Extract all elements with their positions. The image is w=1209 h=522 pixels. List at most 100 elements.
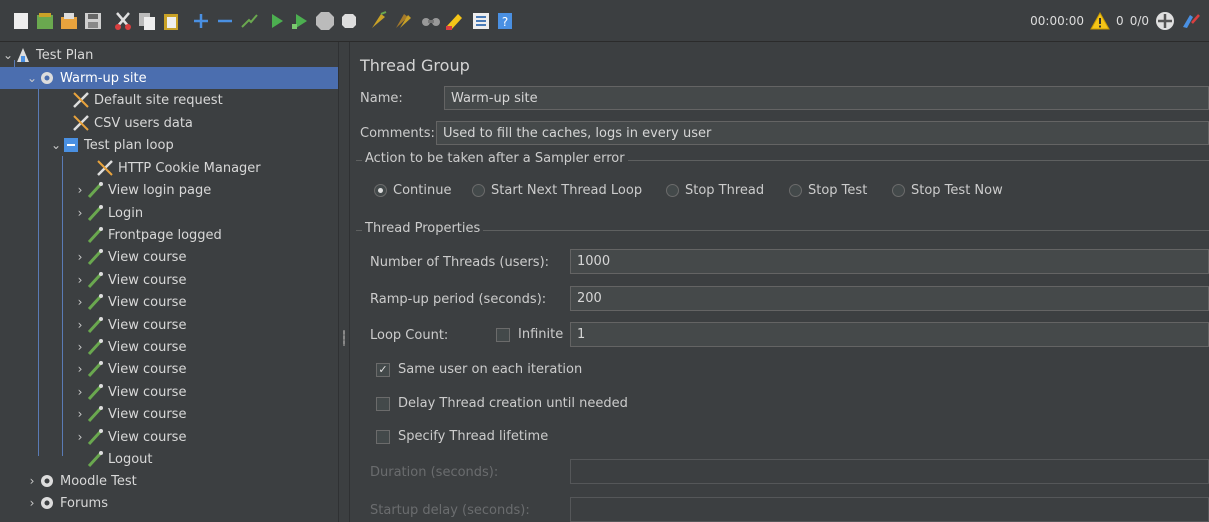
stop-icon[interactable] [314,10,336,32]
radio-button[interactable] [892,184,905,197]
tree-node-logout[interactable]: Logout [86,448,153,470]
new-icon[interactable] [10,10,32,32]
rampup-value: 200 [577,291,602,306]
tree-node-view-course[interactable]: › View course [74,291,186,313]
shutdown-icon[interactable] [338,10,360,32]
checkbox-box[interactable] [376,429,390,444]
chevron-right-icon[interactable]: › [26,496,38,510]
toggle-icon[interactable] [238,10,260,32]
status-area: 00:00:00 0 0/0 [1030,10,1201,32]
chevron-right-icon[interactable]: › [74,362,86,376]
radio-stop-test-now[interactable]: Stop Test Now [892,183,1003,198]
tree-node-label: View course [108,361,187,377]
tree-node-login[interactable]: › Login [74,202,143,224]
tree-node-forums[interactable]: › Forums [26,492,108,514]
help-icon[interactable]: ? [494,10,516,32]
tree-node-view-course[interactable]: › View course [74,246,186,268]
threads-label: Number of Threads (users): [370,255,550,270]
config-tools-icon [72,91,90,109]
thread-lifetime-checkbox[interactable]: Specify Thread lifetime [376,429,548,444]
radio-button[interactable] [472,184,485,197]
tree-node-view-course[interactable]: › View course [74,314,186,336]
tree-node-http-cookie-manager[interactable]: HTTP Cookie Manager [96,157,261,179]
split-pane-divider[interactable] [338,42,350,522]
templates-icon[interactable] [34,10,56,32]
search-icon[interactable] [420,10,442,32]
remote-engines-icon[interactable] [1155,11,1175,31]
chevron-right-icon[interactable]: › [74,430,86,444]
tree-node-view-course[interactable]: › View course [74,358,186,380]
open-icon[interactable] [58,10,80,32]
checkbox-box[interactable] [376,396,390,411]
sampler-pipette-icon [86,360,104,378]
infinite-checkbox[interactable]: Infinite [496,327,563,342]
sampler-pipette-icon [86,405,104,423]
chevron-right-icon[interactable]: › [26,474,38,488]
tree-node-label: Default site request [94,92,223,108]
tree-node-label: Logout [108,451,153,467]
tree-node-default-site-request[interactable]: Default site request [72,89,223,111]
check-icon[interactable]: ✓ [376,362,390,377]
checkbox-box[interactable] [496,327,510,342]
chevron-right-icon[interactable]: › [74,273,86,287]
collapse-icon[interactable] [214,10,236,32]
start-icon[interactable] [266,10,288,32]
threads-field[interactable]: 1000 [570,249,1209,274]
log-viewer-icon[interactable] [1181,11,1201,31]
tree-node-moodle-test[interactable]: › Moodle Test [26,470,137,492]
chevron-right-icon[interactable]: › [74,340,86,354]
tree-node-test-plan-loop[interactable]: ⌄ Test plan loop [48,134,174,156]
warning-icon[interactable] [1090,12,1110,30]
drag-handle-icon[interactable] [343,330,345,346]
chevron-right-icon[interactable]: › [74,318,86,332]
tree-node-csv-users-data[interactable]: CSV users data [72,112,193,134]
radio-stop-thread[interactable]: Stop Thread [666,183,764,198]
tree-node-warm-up-site[interactable]: ⌄ Warm-up site [0,67,338,89]
start-no-pause-icon[interactable] [290,10,312,32]
tree-node-test-plan[interactable]: ⌄ Test Plan [0,44,338,66]
same-user-checkbox[interactable]: ✓ Same user on each iteration [376,362,582,377]
chevron-down-icon[interactable]: ⌄ [26,71,38,85]
radio-continue[interactable]: Continue [374,183,451,198]
tree-node-view-course[interactable]: › View course [74,426,186,448]
loop-controller-icon [62,136,80,154]
loop-count-field[interactable]: 1 [570,322,1209,347]
radio-button[interactable] [666,184,679,197]
chevron-right-icon[interactable]: › [74,295,86,309]
tree-node-view-course[interactable]: › View course [74,381,186,403]
cut-icon[interactable] [112,10,134,32]
tree-node-label: View course [108,272,187,288]
tree-node-view-course[interactable]: › View course [74,336,186,358]
radio-stop-test[interactable]: Stop Test [789,183,867,198]
radio-button[interactable] [789,184,802,197]
loop-count-value: 1 [577,327,586,342]
clear-icon[interactable] [368,10,390,32]
clear-all-icon[interactable] [392,10,414,32]
comments-field[interactable]: Used to fill the caches, logs in every u… [436,121,1209,145]
tree-node-label: View login page [108,182,212,198]
radio-start-next-thread-loop[interactable]: Start Next Thread Loop [472,183,642,198]
chevron-right-icon[interactable]: › [74,183,86,197]
chevron-right-icon[interactable]: › [74,206,86,220]
rampup-field[interactable]: 200 [570,286,1209,311]
checkbox-label: Specify Thread lifetime [398,429,549,444]
name-field[interactable]: Warm-up site [444,86,1209,110]
tree-node-frontpage-logged[interactable]: Frontpage logged [86,224,222,246]
reset-search-icon[interactable] [444,10,466,32]
expand-icon[interactable] [190,10,212,32]
chevron-right-icon[interactable]: › [74,385,86,399]
tree-node-view-login-page[interactable]: › View login page [74,179,211,201]
tree-node-view-course[interactable]: › View course [74,269,186,291]
copy-icon[interactable] [136,10,158,32]
paste-icon[interactable] [160,10,182,32]
chevron-down-icon[interactable]: ⌄ [50,138,62,152]
chevron-down-icon[interactable]: ⌄ [2,48,14,62]
save-icon[interactable] [82,10,104,32]
chevron-right-icon[interactable]: › [74,250,86,264]
tree-node-view-course[interactable]: › View course [74,403,186,425]
chevron-right-icon[interactable]: › [74,407,86,421]
delay-thread-checkbox[interactable]: Delay Thread creation until needed [376,396,628,411]
sampler-pipette-icon [86,181,104,199]
radio-button[interactable] [374,184,387,197]
function-helper-icon[interactable] [470,10,492,32]
